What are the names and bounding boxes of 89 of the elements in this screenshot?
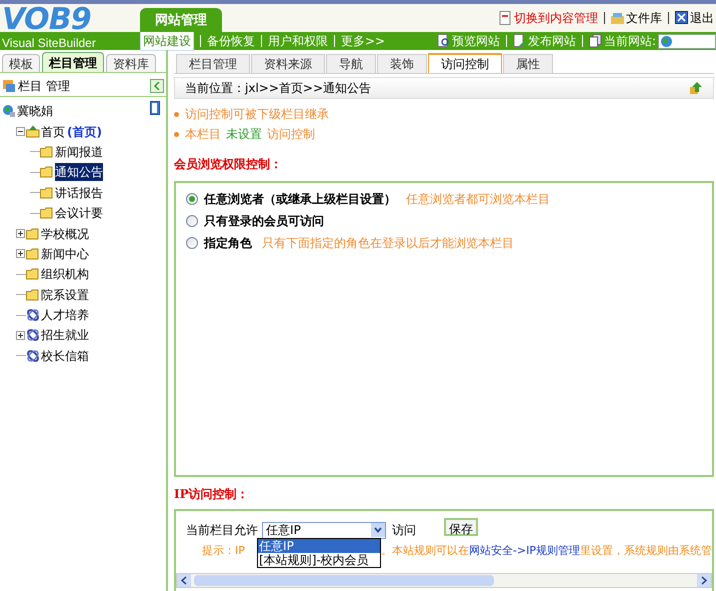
tree-item[interactable]: 招生就业 — [41, 326, 89, 344]
dropdown-option[interactable]: 任意IP — [258, 539, 380, 553]
field-label: 当前栏目允许 — [186, 522, 258, 539]
option-hint: 任意浏览者都可浏览本栏目 — [406, 191, 550, 208]
toolbar-link[interactable]: 切换到内容管理 — [499, 9, 598, 27]
tree-item[interactable]: 冀晓娟 — [17, 102, 53, 120]
tree-item[interactable]: 校长信箱 — [41, 346, 89, 365]
collapse-button[interactable] — [150, 78, 164, 92]
pages-icon — [588, 34, 602, 48]
tree-item[interactable]: 组织机构 — [41, 265, 89, 284]
book-icon — [150, 101, 160, 115]
tab[interactable]: 属性 — [503, 54, 554, 73]
menu-item[interactable]: 网站建设 — [140, 31, 194, 51]
tab[interactable]: 资料来源 — [251, 54, 326, 73]
folder-icon — [40, 206, 54, 220]
plus-toggle-icon[interactable] — [16, 229, 25, 238]
home-folder-icon — [26, 124, 40, 139]
tab[interactable]: 访问控制 — [428, 53, 502, 73]
tree-item[interactable]: 新闻报道 — [55, 142, 103, 161]
up-arrow-icon[interactable] — [689, 81, 703, 95]
scroll-right-icon[interactable] — [697, 574, 711, 587]
option-label: 只有登录的会员可访问 — [204, 213, 324, 230]
folder-icon — [26, 246, 40, 261]
bullet-icon — [174, 112, 180, 116]
scroll-left-icon[interactable] — [177, 574, 192, 587]
caret-icon — [371, 523, 386, 537]
toolbar-link[interactable]: 退出 — [675, 9, 714, 27]
option-label: 指定角色 — [204, 235, 252, 252]
close-icon — [675, 11, 688, 25]
plus-toggle-icon[interactable] — [16, 330, 25, 340]
folder-icon — [611, 11, 624, 25]
logo-mark: VOB9 — [2, 6, 92, 34]
radio-button[interactable] — [186, 215, 198, 227]
note-text: 访问控制 — [267, 126, 316, 143]
tree-item-note: (首页) — [67, 124, 102, 141]
horizontal-scrollbar[interactable] — [176, 573, 712, 588]
magnifier-document-icon — [436, 34, 450, 48]
site-field[interactable] — [658, 34, 716, 48]
option-hint: 只有下面指定的角色在登录以后才能浏览本栏目 — [262, 235, 514, 252]
globe-icon — [2, 104, 16, 118]
tree-item[interactable]: 院系设置 — [41, 286, 89, 304]
folder-icon — [26, 267, 40, 282]
tab[interactable]: 导航 — [326, 54, 376, 73]
toolbar-link[interactable]: 文件库 — [611, 9, 662, 27]
breadcrumb: 当前位置：jxl>>首页>>通知公告 — [185, 80, 372, 97]
option-label: 任意浏览者（或继承上级栏目设置） — [204, 191, 396, 208]
radio-button[interactable] — [186, 193, 198, 205]
hint-text: 提示：IP — [202, 543, 245, 559]
field-label: 访问 — [392, 522, 416, 539]
sidebar-tab[interactable]: 资料库 — [106, 54, 156, 72]
link-icon — [26, 348, 40, 363]
folder-icon — [26, 288, 40, 302]
section-title: IP访问控制： — [174, 486, 250, 503]
tree-item[interactable]: 会议计要 — [55, 204, 103, 222]
note-text: 未设置 — [226, 126, 262, 143]
column-icon — [2, 78, 16, 92]
hint-text: 里设置，系统规则由系统管 — [580, 543, 712, 559]
dropdown-option[interactable]: [本站规则]-校内会员 — [258, 553, 380, 567]
plus-toggle-icon[interactable] — [16, 249, 25, 258]
tree-item[interactable]: 首页 — [41, 122, 65, 141]
minus-toggle-icon[interactable] — [16, 127, 25, 136]
tree-item[interactable]: 人才培养 — [41, 306, 89, 324]
tree-item[interactable]: 通知公告 — [55, 163, 103, 182]
hint-text: 。本站规则可以在 — [380, 543, 469, 559]
tree-item[interactable]: 学校概况 — [41, 224, 89, 243]
chevron-left-icon — [154, 82, 160, 90]
tab[interactable]: 装饰 — [377, 54, 428, 73]
section-title: 会员浏览权限控制： — [174, 156, 284, 173]
sidebar-tab[interactable]: 栏目管理 — [42, 52, 104, 72]
link-icon — [26, 308, 40, 322]
sidebar-tab[interactable]: 模板 — [2, 54, 40, 72]
tab[interactable]: 栏目管理 — [176, 54, 250, 73]
document-icon — [499, 11, 512, 25]
tree-item[interactable]: 新闻中心 — [41, 244, 89, 263]
radio-button[interactable] — [186, 237, 198, 249]
hint-link[interactable]: 网站安全->IP规则管理 — [468, 543, 580, 560]
folder-icon — [40, 144, 54, 159]
link-icon — [26, 328, 40, 342]
save-button[interactable]: 保存 — [444, 518, 478, 536]
note-text: 本栏目 — [185, 126, 222, 143]
panel-title: 栏目 管理 — [18, 78, 70, 94]
ip-select[interactable]: 任意IP — [262, 522, 386, 538]
folder-icon — [40, 186, 54, 200]
note-text: 访问控制可被下级栏目继承 — [185, 106, 330, 123]
globe-icon — [660, 34, 673, 48]
bullet-icon — [174, 132, 180, 136]
logo-subtitle: Visual SiteBuilder — [2, 36, 96, 50]
folder-icon — [26, 226, 40, 241]
tree-item[interactable]: 讲话报告 — [55, 184, 103, 202]
